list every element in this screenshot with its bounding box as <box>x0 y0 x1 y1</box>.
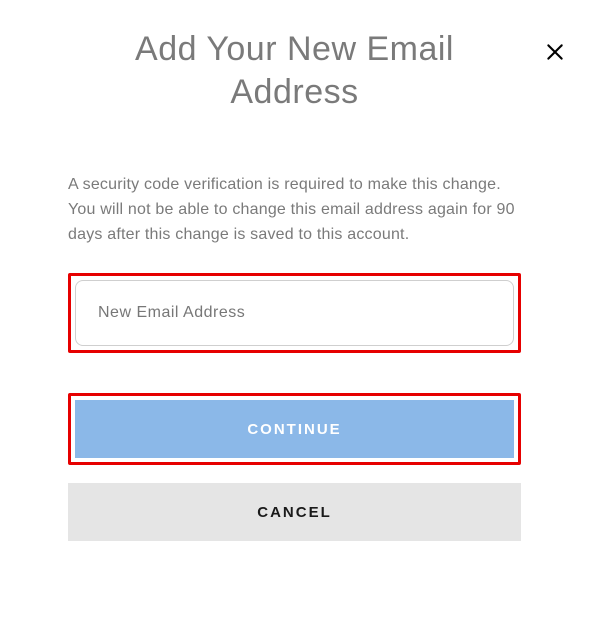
continue-button[interactable]: CONTINUE <box>75 400 514 458</box>
modal-description: A security code verification is required… <box>68 173 521 247</box>
close-button[interactable] <box>541 40 569 68</box>
new-email-input[interactable] <box>75 280 514 346</box>
modal-container: Add Your New Email Address A security co… <box>0 28 589 541</box>
continue-button-highlight: CONTINUE <box>68 393 521 465</box>
email-input-highlight <box>68 273 521 353</box>
close-icon <box>545 42 565 67</box>
modal-title: Add Your New Email Address <box>68 28 521 113</box>
cancel-button[interactable]: CANCEL <box>68 483 521 541</box>
